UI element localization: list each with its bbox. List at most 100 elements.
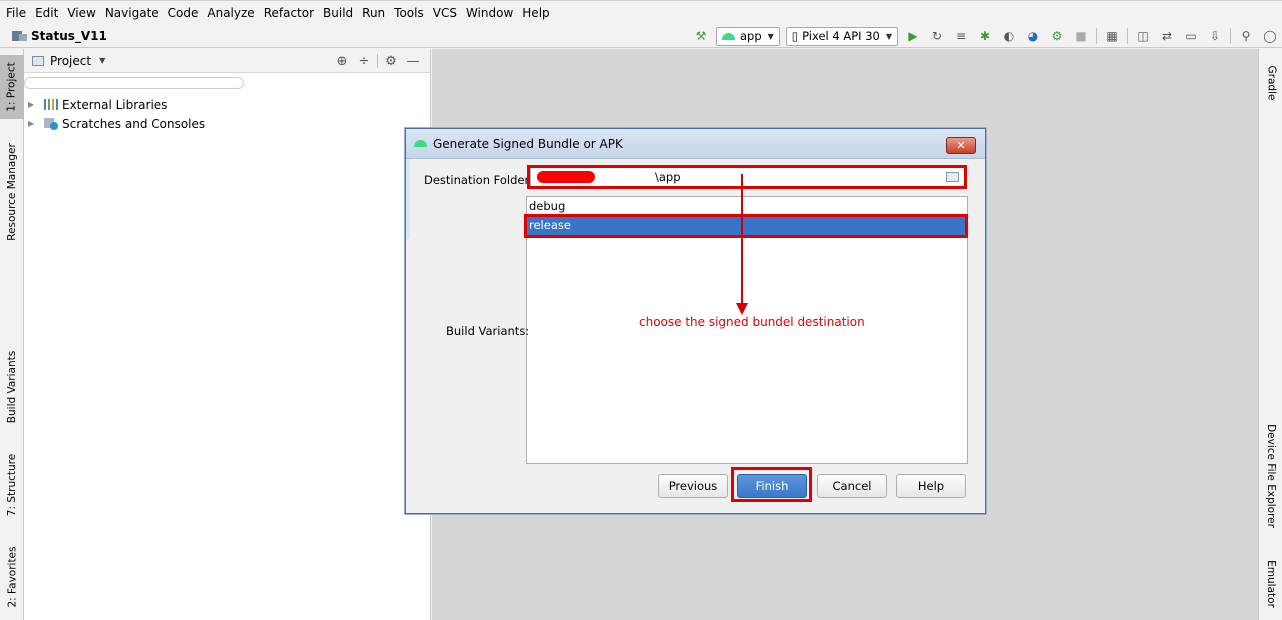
breadcrumb[interactable]: Status_V11 bbox=[12, 29, 107, 43]
tab-resource-manager-label: Resource Manager bbox=[6, 143, 19, 241]
menu-tools[interactable]: Tools bbox=[394, 1, 424, 25]
device-label: Pixel 4 API 30 bbox=[802, 29, 880, 43]
tab-emulator[interactable]: Emulator bbox=[1259, 554, 1282, 614]
menu-window[interactable]: Window bbox=[466, 1, 513, 25]
left-tool-strip: 1: Project Resource Manager Build Varian… bbox=[0, 49, 24, 620]
toolbar-divider bbox=[1096, 28, 1097, 44]
redacted-path bbox=[537, 171, 595, 183]
finish-button[interactable]: Finish bbox=[737, 474, 807, 498]
menu-analyze[interactable]: Analyze bbox=[207, 1, 254, 25]
gear-icon[interactable]: ⚙ bbox=[380, 54, 402, 69]
tab-resource-manager[interactable]: Resource Manager bbox=[0, 137, 24, 247]
sync-icon[interactable]: ⇄ bbox=[1156, 25, 1178, 47]
menu-file[interactable]: File bbox=[6, 1, 26, 25]
tab-favorites[interactable]: 2: Favorites bbox=[0, 541, 24, 613]
tab-device-file-explorer-label: Device File Explorer bbox=[1265, 424, 1277, 528]
attach-icon[interactable]: ◐ bbox=[998, 25, 1020, 47]
close-button[interactable]: ✕ bbox=[946, 137, 976, 154]
annotation-arrow-head bbox=[736, 303, 748, 315]
main-toolbar: ⚒ app ▼ ▯ Pixel 4 API 30 ▼ ▶ ↻ ≡ ✱ ◐ ◕ ⚙… bbox=[689, 24, 1282, 48]
close-icon: ✕ bbox=[956, 139, 966, 152]
menu-run[interactable]: Run bbox=[362, 1, 385, 25]
tree-item-scratches[interactable]: ▶ Scratches and Consoles bbox=[24, 114, 431, 133]
android-icon bbox=[721, 32, 735, 40]
menu-vcs[interactable]: VCS bbox=[433, 1, 457, 25]
toolbar-divider bbox=[1127, 28, 1128, 44]
chevron-down-icon: ▼ bbox=[99, 56, 106, 65]
browse-folder-icon[interactable] bbox=[946, 172, 959, 182]
profile-icon[interactable]: ◕ bbox=[1022, 25, 1044, 47]
dialog-title-bar[interactable]: Generate Signed Bundle or APK bbox=[406, 129, 985, 159]
expand-arrow-icon[interactable]: ▶ bbox=[28, 119, 36, 128]
menu-bar: File Edit View Navigate Code Analyze Ref… bbox=[0, 0, 1282, 24]
tab-project-label: 1: Project bbox=[6, 62, 19, 112]
sdk-manager-icon[interactable]: ⇩ bbox=[1204, 25, 1226, 47]
run-config-select[interactable]: app ▼ bbox=[715, 26, 780, 46]
menu-navigate[interactable]: Navigate bbox=[105, 1, 159, 25]
project-panel-tools: ⊕ ÷ ⚙ — bbox=[331, 49, 424, 73]
debug-icon[interactable]: ✱ bbox=[974, 25, 996, 47]
variant-release[interactable]: release bbox=[527, 216, 967, 235]
run-icon[interactable]: ▶ bbox=[902, 25, 924, 47]
project-tree: ▶ External Libraries ▶ Scratches and Con… bbox=[24, 95, 431, 133]
help-button[interactable]: Help bbox=[896, 474, 966, 498]
search-icon[interactable]: ⚲ bbox=[1235, 25, 1257, 47]
menu-refactor[interactable]: Refactor bbox=[264, 1, 314, 25]
apply-changes-icon[interactable]: ⚙ bbox=[1046, 25, 1068, 47]
variant-debug[interactable]: debug bbox=[527, 197, 967, 216]
avd-manager-icon[interactable]: ▭ bbox=[1180, 25, 1202, 47]
folder-icon bbox=[32, 55, 44, 66]
previous-button[interactable]: Previous bbox=[658, 474, 728, 498]
tree-item-label: External Libraries bbox=[62, 97, 168, 112]
tree-item-label: Scratches and Consoles bbox=[62, 116, 206, 131]
project-panel: Project ▼ ⊕ ÷ ⚙ — ▶ External Libraries ▶… bbox=[24, 49, 431, 620]
menu-help[interactable]: Help bbox=[522, 1, 549, 25]
terminal-icon[interactable]: ◫ bbox=[1132, 25, 1154, 47]
minimize-icon[interactable]: — bbox=[402, 54, 424, 69]
horizontal-scrollbar[interactable] bbox=[24, 77, 244, 89]
cancel-button[interactable]: Cancel bbox=[817, 474, 887, 498]
tab-build-variants[interactable]: Build Variants bbox=[0, 345, 24, 429]
tab-emulator-label: Emulator bbox=[1265, 560, 1278, 608]
dialog-edge bbox=[406, 159, 410, 239]
stop-icon[interactable]: ■ bbox=[1070, 25, 1092, 47]
tab-project[interactable]: 1: Project bbox=[0, 55, 24, 119]
annotation-text: choose the signed bundel destination bbox=[639, 315, 865, 329]
build-variants-label: Build Variants: bbox=[446, 324, 530, 338]
menu-build[interactable]: Build bbox=[323, 1, 353, 25]
project-view-select[interactable]: Project ▼ bbox=[32, 54, 105, 68]
project-view-label: Project bbox=[50, 53, 92, 68]
collapse-all-icon[interactable]: ÷ bbox=[353, 54, 375, 69]
tab-device-file-explorer[interactable]: Device File Explorer bbox=[1259, 421, 1282, 531]
device-select[interactable]: ▯ Pixel 4 API 30 ▼ bbox=[785, 26, 898, 46]
toolbar-divider bbox=[1230, 28, 1231, 44]
expand-arrow-icon[interactable]: ▶ bbox=[28, 100, 36, 109]
tab-structure-label: 7: Structure bbox=[6, 453, 18, 517]
right-tool-strip: Gradle Device File Explorer Emulator bbox=[1258, 49, 1282, 620]
annotation-arrow bbox=[741, 174, 743, 306]
tab-favorites-label: 2: Favorites bbox=[6, 546, 18, 608]
navigation-bar: Status_V11 ⚒ app ▼ ▯ Pixel 4 API 30 ▼ ▶ … bbox=[0, 24, 1282, 48]
tab-build-variants-label: Build Variants bbox=[6, 350, 19, 424]
tab-gradle-label: Gradle bbox=[1265, 65, 1277, 101]
build-variants-list[interactable]: debug release bbox=[526, 196, 968, 464]
tab-gradle[interactable]: Gradle bbox=[1259, 57, 1282, 109]
project-structure-icon[interactable]: ▦ bbox=[1101, 25, 1123, 47]
locate-icon[interactable]: ⊕ bbox=[331, 54, 353, 69]
rerun-icon[interactable]: ↻ bbox=[926, 25, 948, 47]
tab-structure[interactable]: 7: Structure bbox=[0, 451, 24, 519]
coverage-icon[interactable]: ≡ bbox=[950, 25, 972, 47]
libraries-icon bbox=[44, 99, 58, 110]
menu-edit[interactable]: Edit bbox=[35, 1, 58, 25]
tree-item-external-libraries[interactable]: ▶ External Libraries bbox=[24, 95, 431, 114]
menu-code[interactable]: Code bbox=[168, 1, 199, 25]
panel-divider bbox=[377, 54, 378, 68]
breadcrumb-project: Status_V11 bbox=[31, 28, 107, 43]
hammer-icon[interactable]: ⚒ bbox=[690, 25, 712, 47]
destination-folder-input[interactable]: \app bbox=[530, 166, 966, 188]
account-icon[interactable]: ◯ bbox=[1259, 25, 1281, 47]
menu-view[interactable]: View bbox=[67, 1, 95, 25]
chevron-down-icon: ▼ bbox=[885, 31, 892, 41]
redacted-path-gap bbox=[599, 171, 655, 183]
run-config-label: app bbox=[739, 29, 762, 43]
